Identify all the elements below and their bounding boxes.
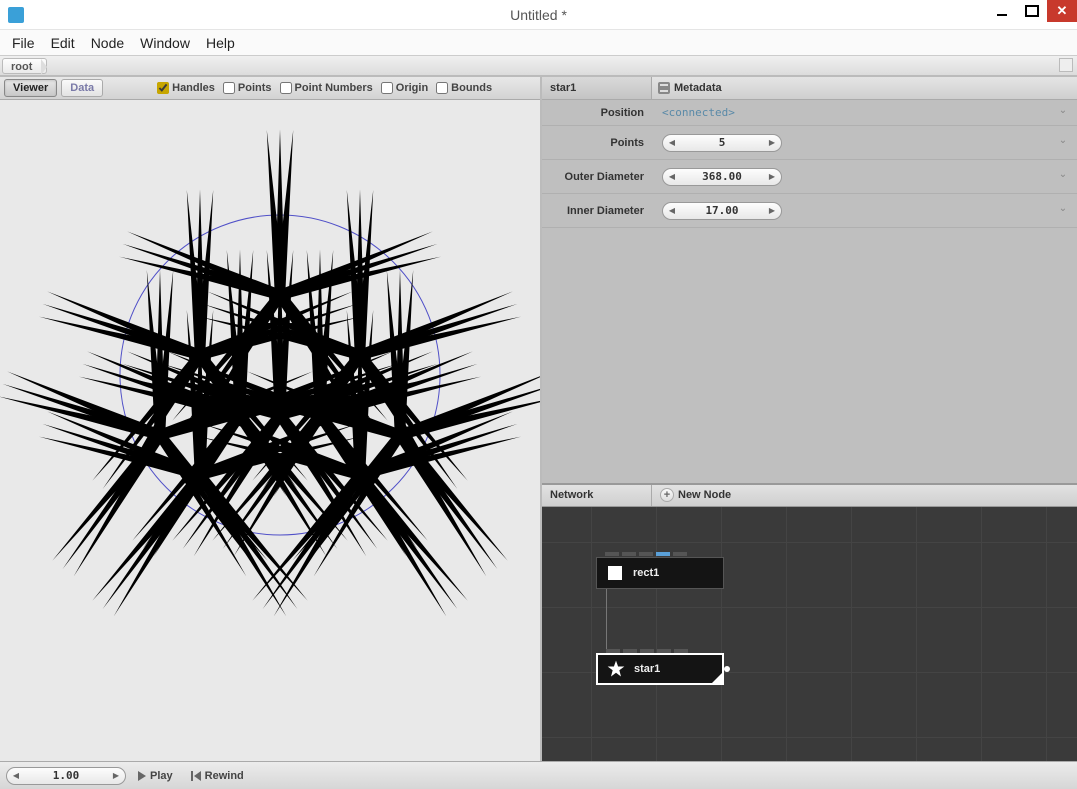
tab-viewer[interactable]: Viewer — [4, 79, 57, 97]
selected-node-label: star1 — [542, 77, 652, 99]
node-rect1[interactable]: rect1 — [596, 557, 724, 589]
expand-icon[interactable] — [1057, 173, 1069, 181]
prop-row-outer-diameter: Outer Diameter ◀ 368.00 ▶ — [542, 160, 1077, 194]
app-icon — [8, 7, 24, 23]
viewer-pane: Viewer Data Handles Points Point Numbers… — [0, 77, 542, 761]
rewind-icon — [191, 771, 201, 781]
menu-help[interactable]: Help — [198, 31, 243, 55]
position-value[interactable]: <connected> — [662, 106, 735, 119]
chevron-right-icon[interactable]: ▶ — [109, 769, 123, 783]
prop-row-position: Position <connected> — [542, 100, 1077, 126]
menu-edit[interactable]: Edit — [43, 31, 83, 55]
chevron-left-icon[interactable]: ◀ — [9, 769, 23, 783]
network-label: Network — [542, 485, 652, 506]
maximize-button[interactable] — [1017, 0, 1047, 22]
viewer-canvas[interactable] — [0, 100, 540, 761]
network-canvas[interactable]: rect1 star1 — [542, 507, 1077, 762]
prop-row-points: Points ◀ 5 ▶ — [542, 126, 1077, 160]
breadcrumb-close-icon[interactable] — [1059, 58, 1073, 72]
play-icon — [138, 771, 146, 781]
star-icon — [604, 657, 628, 681]
chevron-left-icon[interactable]: ◀ — [665, 136, 679, 150]
chevron-left-icon[interactable]: ◀ — [665, 204, 679, 218]
window-title: Untitled * — [510, 7, 567, 23]
menu-bar: File Edit Node Window Help — [0, 30, 1077, 56]
check-origin[interactable]: Origin — [381, 82, 428, 94]
node-star1[interactable]: star1 — [596, 653, 724, 685]
check-handles[interactable]: Handles — [157, 82, 215, 94]
menu-window[interactable]: Window — [132, 31, 198, 55]
frame-spinner[interactable]: ◀ 1.00 ▶ — [6, 767, 126, 785]
inner-diameter-spinner[interactable]: ◀ 17.00 ▶ — [662, 202, 782, 220]
breadcrumb-root[interactable]: root — [2, 58, 47, 74]
properties-panel: Position <connected> Points ◀ 5 ▶ Outer … — [542, 100, 1077, 228]
menu-file[interactable]: File — [4, 31, 43, 55]
network-header: Network + New Node — [542, 485, 1077, 507]
expand-icon[interactable] — [1057, 207, 1069, 215]
menu-node[interactable]: Node — [83, 31, 132, 55]
rewind-button[interactable]: Rewind — [185, 768, 250, 784]
chevron-left-icon[interactable]: ◀ — [665, 170, 679, 184]
tab-data[interactable]: Data — [61, 79, 103, 97]
properties-blank-area — [542, 228, 1077, 485]
outer-diameter-spinner[interactable]: ◀ 368.00 ▶ — [662, 168, 782, 186]
viewer-toolbar: Viewer Data Handles Points Point Numbers… — [0, 77, 540, 100]
render-indicator-icon — [724, 666, 730, 672]
chevron-right-icon[interactable]: ▶ — [765, 136, 779, 150]
play-button[interactable]: Play — [132, 768, 179, 784]
plus-icon: + — [660, 488, 674, 502]
check-point-numbers[interactable]: Point Numbers — [280, 82, 373, 94]
title-bar: Untitled * — [0, 0, 1077, 30]
check-points[interactable]: Points — [223, 82, 272, 94]
prop-row-inner-diameter: Inner Diameter ◀ 17.00 ▶ — [542, 194, 1077, 228]
breadcrumb-bar: root — [0, 56, 1077, 76]
transport-bar: ◀ 1.00 ▶ Play Rewind — [0, 761, 1077, 789]
expand-icon[interactable] — [1057, 139, 1069, 147]
close-button[interactable] — [1047, 0, 1077, 22]
check-bounds[interactable]: Bounds — [436, 82, 492, 94]
rect-icon — [603, 561, 627, 585]
chevron-right-icon[interactable]: ▶ — [765, 170, 779, 184]
expand-icon[interactable] — [1057, 109, 1069, 117]
minimize-button[interactable] — [987, 0, 1017, 22]
chevron-right-icon[interactable]: ▶ — [765, 204, 779, 218]
points-spinner[interactable]: ◀ 5 ▶ — [662, 134, 782, 152]
properties-header: star1 Metadata — [542, 77, 1077, 100]
tab-metadata[interactable]: Metadata — [652, 77, 722, 99]
window-controls — [987, 0, 1077, 22]
metadata-icon — [658, 82, 670, 94]
new-node-button[interactable]: + New Node — [652, 485, 731, 506]
